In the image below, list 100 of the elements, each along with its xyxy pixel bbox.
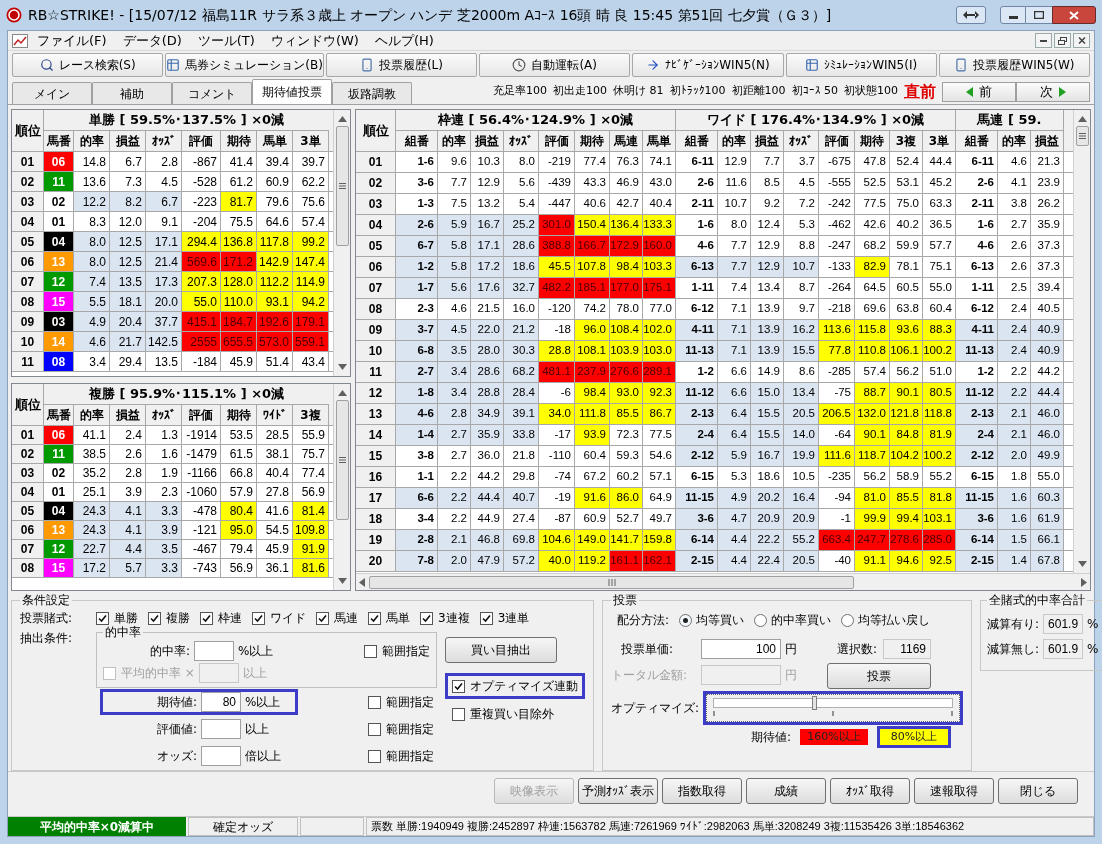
toolbar-button[interactable]: 投票履歴WIN5(W) — [938, 53, 1090, 77]
menu-item[interactable]: ヘルプ(H) — [367, 30, 441, 51]
count-field[interactable]: 1169 — [883, 639, 931, 659]
close-button[interactable] — [1052, 6, 1096, 24]
table-cell: 8.0 — [74, 232, 110, 251]
table-cell: 109.8 — [293, 521, 329, 539]
rank-cell: 09 — [356, 320, 396, 340]
range-checkbox[interactable]: 範囲指定 — [364, 642, 430, 660]
toolbar-button[interactable]: 投票履歴(L) — [325, 53, 478, 77]
menu-item[interactable]: ウィンドウ(W) — [263, 30, 366, 51]
input-field[interactable]: 100 — [701, 639, 781, 659]
vote-button[interactable]: 投票 — [827, 663, 931, 689]
toolbar-button[interactable]: ｼﾐｭﾚｰｼｮﾝWIN5(I) — [785, 53, 937, 77]
bet-type-checkbox[interactable]: 3連単 — [479, 609, 530, 627]
toolbar-button[interactable]: 馬券シミュレーション(B) — [165, 53, 324, 77]
minimize-button[interactable] — [1000, 6, 1026, 24]
slider-thumb[interactable] — [811, 696, 817, 710]
radio-button[interactable]: 的中率買い — [754, 611, 832, 629]
mdi-restore-button[interactable] — [1054, 33, 1071, 48]
mdi-minimize-button[interactable] — [1035, 33, 1052, 48]
field-label: オッズ: — [155, 748, 197, 765]
scroll-thumb[interactable] — [369, 575, 854, 589]
scroll-up-icon[interactable] — [337, 390, 347, 396]
table-cell: 15.5 — [751, 404, 784, 424]
horse-number-cell: 08 — [44, 352, 74, 371]
toolbar-button[interactable]: ﾅﾋﾞｹﾞｰｼｮﾝWIN5(N) — [632, 53, 784, 77]
option-checkbox[interactable]: 重複買い目除外 — [452, 705, 578, 723]
menu-item[interactable]: ファイル(F) — [30, 30, 114, 51]
scroll-thumb[interactable] — [335, 126, 349, 246]
input-field[interactable] — [198, 663, 239, 683]
toolbar-button[interactable]: 自動運転(A) — [479, 53, 631, 77]
bet-type-checkbox[interactable]: 3連複 — [420, 609, 470, 627]
radio-button[interactable]: 均等払い戻し — [841, 611, 931, 629]
vertical-scrollbar[interactable] — [333, 384, 350, 590]
action-button[interactable]: 速報取得 — [914, 777, 994, 804]
tab[interactable]: 補助 — [92, 82, 172, 104]
action-button[interactable]: 成績 — [746, 777, 826, 804]
table-cell: 7.1 — [718, 341, 751, 361]
next-button[interactable]: 次 — [1016, 81, 1090, 102]
horizontal-scrollbar[interactable] — [356, 573, 1090, 590]
menu-item[interactable]: データ(D) — [115, 30, 189, 51]
tab[interactable]: 期待値投票 — [252, 79, 332, 104]
vertical-scrollbar[interactable] — [1073, 110, 1090, 573]
action-button[interactable]: ｵｯｽﾞ取得 — [830, 777, 910, 804]
radio-button[interactable]: 均等買い — [679, 611, 745, 629]
menu-item[interactable]: ツール(T) — [190, 30, 262, 51]
range-checkbox[interactable]: 範囲指定 — [368, 693, 434, 711]
table-cell: 161.1 — [610, 551, 643, 571]
rank-cell: 08 — [12, 292, 44, 311]
table-cell: 112.2 — [257, 272, 293, 291]
scroll-right-icon[interactable] — [1081, 577, 1087, 587]
table-cell: 4.9 — [718, 488, 751, 508]
table-cell: 88.7 — [855, 383, 890, 403]
scroll-left-icon[interactable] — [359, 577, 365, 587]
column-header: 評価 — [539, 130, 575, 151]
tab[interactable]: メイン — [12, 82, 92, 104]
bet-type-checkbox[interactable]: 馬単 — [368, 609, 410, 627]
table-cell: 47.9 — [471, 551, 504, 571]
resize-button[interactable] — [956, 6, 986, 24]
scroll-thumb[interactable] — [335, 400, 349, 520]
tab[interactable]: コメント — [172, 82, 252, 104]
table-cell: 86.0 — [610, 488, 643, 508]
previous-button[interactable]: 前 — [942, 81, 1016, 102]
optimize-slider[interactable] — [706, 694, 961, 722]
scroll-down-icon[interactable] — [337, 578, 347, 584]
scroll-down-icon[interactable] — [1077, 561, 1087, 567]
table-cell: 45.5 — [539, 257, 575, 277]
input-field[interactable] — [201, 719, 241, 739]
scroll-down-icon[interactable] — [337, 364, 347, 370]
mdi-close-button[interactable] — [1073, 33, 1090, 48]
vertical-scrollbar[interactable] — [333, 110, 350, 376]
scroll-up-icon[interactable] — [1077, 116, 1087, 122]
option-checkbox[interactable]: オプティマイズ連動 — [452, 677, 578, 695]
bet-type-checkbox[interactable]: 複勝 — [148, 609, 190, 627]
table-cell: 16.4 — [784, 488, 819, 508]
tab[interactable]: 坂路調教 — [332, 82, 412, 104]
action-button[interactable]: 指数取得 — [662, 777, 742, 804]
action-button[interactable]: 閉じる — [998, 777, 1078, 804]
bet-type-checkbox[interactable]: 単勝 — [96, 609, 138, 627]
bet-type-checkbox[interactable]: 馬連 — [316, 609, 358, 627]
table-cell: 1-4 — [396, 425, 438, 445]
bet-type-checkbox[interactable]: 枠連 — [200, 609, 242, 627]
input-field[interactable]: 80 — [201, 692, 241, 712]
action-button[interactable]: 予測ｵｯｽﾞ表示 — [578, 777, 658, 804]
scroll-thumb[interactable] — [1075, 126, 1089, 146]
total-field[interactable]: 601.9 — [1043, 614, 1084, 634]
range-checkbox[interactable]: 範囲指定 — [368, 747, 434, 765]
table-cell: 3.5 — [438, 341, 471, 361]
range-checkbox[interactable]: 範囲指定 — [368, 720, 434, 738]
maximize-button[interactable] — [1026, 6, 1052, 24]
table-cell: 57.2 — [504, 551, 539, 571]
bet-type-checkbox[interactable]: ワイド — [252, 609, 306, 627]
total-field[interactable]: 601.9 — [1043, 639, 1084, 659]
extract-button[interactable]: 買い目抽出 — [445, 637, 557, 663]
table-cell: 15.5 — [751, 425, 784, 445]
scroll-up-icon[interactable] — [337, 116, 347, 122]
toolbar-button[interactable]: レース検索(S) — [12, 53, 164, 77]
input-field[interactable] — [201, 746, 241, 766]
input-field[interactable] — [194, 641, 234, 661]
phone-icon — [359, 58, 374, 72]
